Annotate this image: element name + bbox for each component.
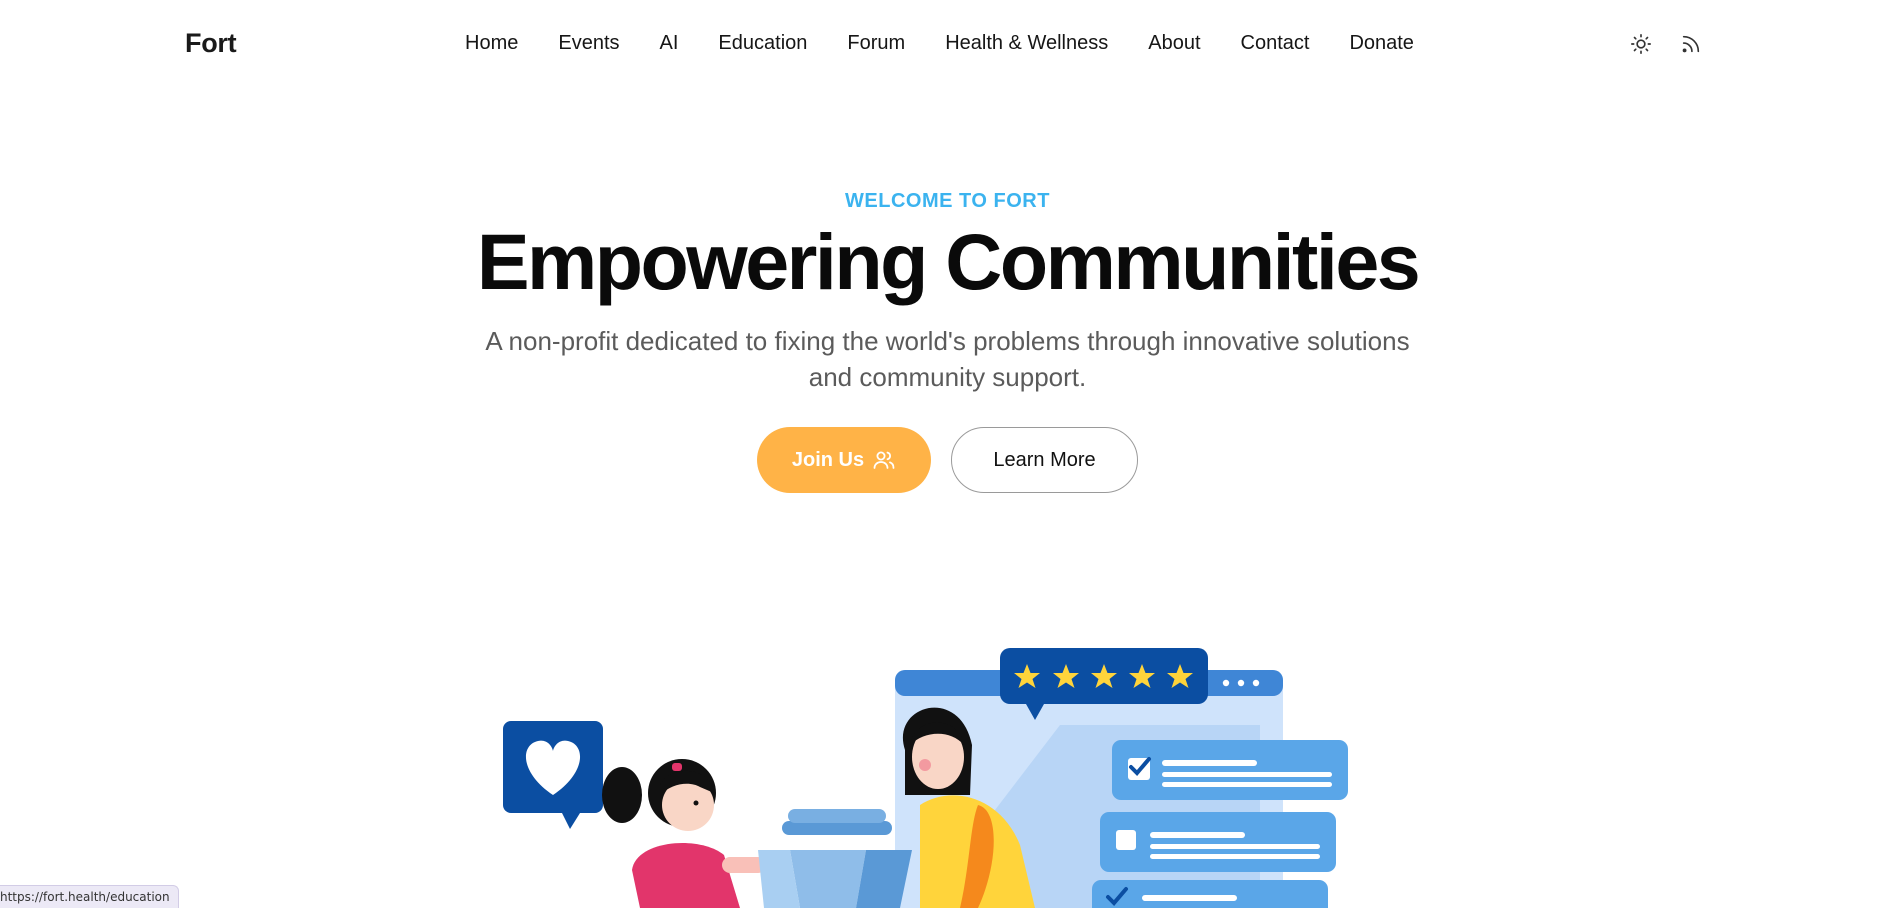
main-menu: Home Events AI Education Forum Health & … [465,32,1454,55]
rss-icon [1682,35,1700,53]
heart-badge [503,721,603,829]
hero-illustration [500,645,1360,908]
link-preview-url: https://fort.health/education [0,885,179,908]
hero-cta-group: Join Us Learn More [0,427,1895,493]
nav-about[interactable]: About [1148,32,1200,55]
brand-logo[interactable]: Fort [185,28,237,59]
hero-eyebrow: WELCOME TO FORT [845,190,1050,212]
girl-figure [602,759,766,908]
nav-donate[interactable]: Donate [1349,32,1414,55]
theme-toggle-button[interactable] [1627,30,1655,58]
join-us-label: Join Us [791,448,865,471]
checklist-cards [1092,740,1348,908]
hero-section: WELCOME TO FORT Empowering Communities A… [0,190,1895,493]
nav-health-wellness[interactable]: Health & Wellness [945,32,1108,55]
sun-icon [1631,34,1651,54]
nav-forum[interactable]: Forum [847,32,905,55]
nav-events[interactable]: Events [558,32,619,55]
rss-feed-button[interactable] [1677,30,1705,58]
nav-contact[interactable]: Contact [1241,32,1310,55]
nav-home[interactable]: Home [465,32,518,55]
nav-actions [1627,30,1705,58]
community-illustration [503,648,1348,908]
donation-box [758,809,912,908]
hero-subtitle: A non-profit dedicated to fixing the wor… [485,326,1410,392]
learn-more-button[interactable]: Learn More [951,427,1138,493]
top-nav: Fort Home Events AI Education Forum Heal… [0,0,1895,90]
nav-education[interactable]: Education [718,32,807,55]
nav-ai[interactable]: AI [660,32,679,55]
join-us-button[interactable]: Join Us [757,427,931,493]
users-icon [873,451,895,469]
hero-headline: Empowering Communities [476,217,1421,306]
